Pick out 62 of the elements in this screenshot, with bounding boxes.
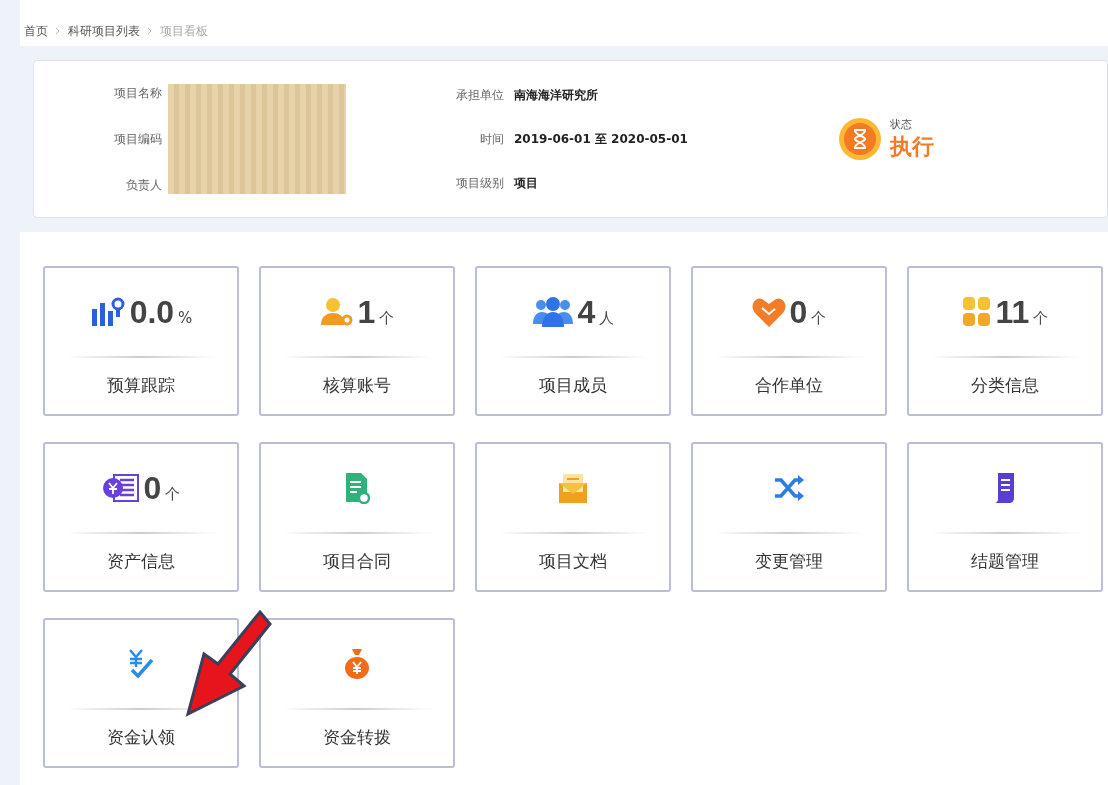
envelope-icon — [557, 472, 589, 504]
breadcrumb-separator-icon — [55, 27, 61, 35]
module-tile[interactable]: 变更管理 — [691, 442, 887, 592]
field-value: 南海海洋研究所 — [514, 86, 598, 104]
tile-label: 结题管理 — [971, 550, 1039, 573]
module-tile[interactable]: 0 个 资产信息 — [43, 442, 239, 592]
count-unit: 个 — [379, 308, 395, 328]
breadcrumb-link[interactable]: 科研项目列表 — [68, 22, 140, 40]
money-bag-icon — [344, 648, 370, 680]
module-tile[interactable]: 项目合同 — [259, 442, 455, 592]
count-value: 0 — [143, 469, 162, 507]
field-value: 2019-06-01 至 2020-05-01 — [514, 130, 688, 148]
module-tile[interactable]: 1 个 核算账号 — [259, 266, 455, 416]
document-icon — [344, 472, 370, 504]
user-gear-icon — [319, 297, 354, 327]
field-label: 项目名称 — [114, 84, 162, 102]
count-value: 4 — [577, 293, 596, 331]
tile-label: 项目成员 — [539, 374, 607, 397]
field-label: 负责人 — [126, 176, 162, 194]
shuffle-icon — [773, 473, 805, 503]
module-tile[interactable]: 结题管理 — [907, 442, 1103, 592]
field-value: 项目 — [514, 174, 538, 192]
count-unit: % — [178, 309, 193, 327]
tile-label: 资金认领 — [107, 726, 175, 749]
yen-check-icon — [126, 648, 156, 680]
count-value: 0 — [789, 293, 808, 331]
count-value: 0.0 — [129, 293, 175, 331]
module-tile[interactable]: 0.0% 预算跟踪 — [43, 266, 239, 416]
count-unit: 个 — [165, 484, 181, 504]
field-label: 项目编码 — [114, 130, 162, 148]
breadcrumb-separator-icon — [147, 27, 153, 35]
breadcrumb-link[interactable]: 首页 — [24, 22, 48, 40]
count-unit: 个 — [811, 308, 827, 328]
module-tile[interactable]: 11 个 分类信息 — [907, 266, 1103, 416]
field-label: 时间 — [479, 130, 504, 148]
tile-label: 变更管理 — [755, 550, 823, 573]
tile-label: 项目合同 — [323, 550, 391, 573]
module-tile[interactable]: 项目文档 — [475, 442, 671, 592]
status-value: 执行 — [889, 132, 934, 161]
tile-label: 项目文档 — [539, 550, 607, 573]
hourglass-icon — [837, 117, 882, 161]
tile-label: 合作单位 — [755, 374, 823, 397]
status-label: 状态 — [889, 116, 913, 132]
module-tile[interactable]: 4 人 项目成员 — [475, 266, 671, 416]
module-tile[interactable]: 资金转拨 — [259, 618, 455, 768]
tile-label: 预算跟踪 — [107, 374, 175, 397]
count-unit: 个 — [1033, 308, 1049, 328]
module-tile[interactable]: 0 个 合作单位 — [691, 266, 887, 416]
tile-label: 分类信息 — [971, 374, 1039, 397]
count-value: 11 — [995, 293, 1030, 331]
field-label: 项目级别 — [455, 174, 504, 192]
field-label: 承担单位 — [455, 86, 504, 104]
bar-chart-icon — [89, 297, 126, 327]
count-unit: 人 — [599, 308, 615, 328]
count-value: 1 — [357, 293, 376, 331]
tile-label: 资金转拨 — [323, 726, 391, 749]
module-tile[interactable]: 资金认领 — [43, 618, 239, 768]
coin-list-icon — [101, 473, 140, 503]
tile-label: 核算账号 — [323, 374, 391, 397]
group-icon — [531, 296, 574, 328]
grid-icon — [961, 296, 992, 328]
tile-label: 资产信息 — [107, 550, 175, 573]
